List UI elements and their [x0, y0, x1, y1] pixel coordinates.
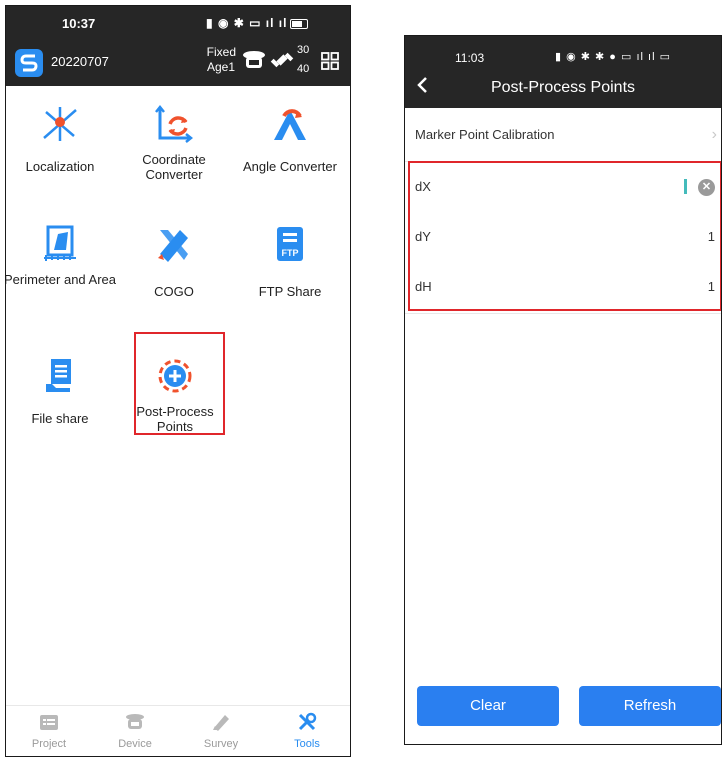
project-icon: [40, 715, 58, 730]
chevron-right-icon: ›: [711, 126, 717, 143]
page-title: Post-Process Points: [490, 79, 636, 96]
app-logo: [15, 49, 43, 77]
tool-perimeter-area[interactable]: Perimeter and Area: [5, 224, 117, 304]
tools-screen: 10:37 ▮ ◉ ✱ ▭ ıl ıl 20220707 Fixed Age1 …: [5, 5, 351, 757]
project-name[interactable]: 20220707: [51, 54, 109, 69]
tool-cogo[interactable]: COGO: [118, 224, 230, 304]
tab-survey[interactable]: Survey: [178, 706, 264, 756]
tab-device[interactable]: Device: [92, 706, 178, 756]
grid-menu-icon[interactable]: [321, 52, 339, 70]
ftp-share-icon: FTP: [277, 227, 303, 261]
tool-localization[interactable]: Localization: [6, 104, 116, 184]
status-icons: ▮ ◉ ✱ ✱ ● ▭ ıl ıl ▭: [555, 51, 671, 63]
tab-label: Tools: [294, 738, 320, 750]
tool-label: File share: [31, 411, 89, 426]
post-process-screen: 11:03 ▮ ◉ ✱ ✱ ● ▭ ıl ıl ▭ Post-Process P…: [404, 35, 722, 745]
bottom-tab-bar: Project Device Survey Tools: [6, 705, 350, 756]
tool-label: Perimeter and Area: [5, 272, 117, 287]
tool-coordinate-converter[interactable]: Coordinate Converter: [118, 104, 230, 184]
solution-status: Fixed: [206, 45, 236, 59]
highlight-offset-fields: [408, 161, 721, 311]
tab-project[interactable]: Project: [6, 706, 92, 756]
tab-label: Survey: [203, 738, 239, 750]
tab-tools[interactable]: Tools: [264, 706, 350, 756]
tool-label: Angle Converter: [243, 159, 337, 174]
coordinate-converter-icon: [155, 104, 194, 143]
perimeter-area-icon: [44, 225, 76, 261]
cogo-icon: [158, 230, 188, 262]
file-share-icon: [46, 359, 71, 392]
refresh-button[interactable]: Refresh: [579, 686, 721, 726]
satellite-icon[interactable]: [270, 48, 294, 72]
marker-point-calibration-row[interactable]: Marker Point Calibration ›: [405, 111, 721, 162]
tools-icon: [298, 712, 317, 731]
satellites-visible: 40: [297, 63, 310, 75]
tool-label: Coordinate Converter: [142, 152, 206, 182]
battery-icon: [290, 18, 309, 29]
tool-file-share[interactable]: File share: [6, 356, 116, 436]
app-header: 10:37 ▮ ◉ ✱ ▭ ıl ıl 20220707 Fixed Age1 …: [6, 6, 350, 86]
tab-label: Project: [31, 738, 67, 750]
device-icon: [126, 714, 144, 729]
status-time: 11:03: [455, 51, 485, 65]
tool-label: COGO: [154, 284, 194, 299]
satellites-used: 30: [297, 44, 310, 56]
svg-text:FTP: FTP: [282, 248, 299, 258]
localization-icon: [43, 107, 77, 141]
tool-ftp-share[interactable]: FTP FTP Share: [234, 224, 346, 304]
survey-icon: [213, 715, 229, 731]
row-label: Marker Point Calibration: [415, 127, 555, 142]
tool-angle-converter[interactable]: Angle Converter: [234, 104, 346, 184]
clear-button[interactable]: Clear: [417, 686, 559, 726]
status-icons: ▮ ◉ ✱ ▭ ıl ıl: [206, 16, 309, 30]
app-header: 11:03 ▮ ◉ ✱ ✱ ● ▭ ıl ıl ▭ Post-Process P…: [405, 36, 721, 108]
status-time: 10:37: [62, 16, 96, 31]
tab-label: Device: [118, 738, 152, 750]
highlight-post-process-tool: [134, 332, 225, 435]
age-label: Age1: [206, 60, 235, 74]
tool-label: FTP Share: [258, 284, 322, 299]
tool-label: Localization: [25, 159, 95, 174]
angle-converter-icon: [274, 109, 306, 140]
gnss-receiver-icon[interactable]: [242, 48, 266, 72]
